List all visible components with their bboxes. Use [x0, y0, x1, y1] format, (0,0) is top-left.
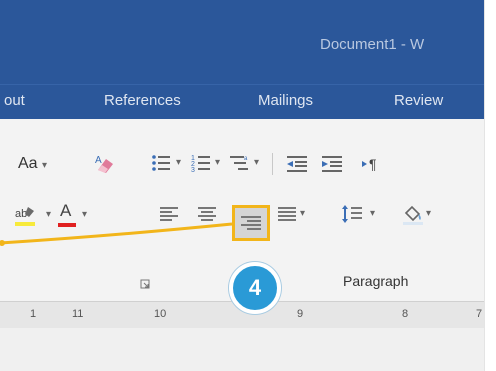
font-dialog-launcher-icon[interactable] — [140, 279, 150, 289]
align-left-button[interactable] — [158, 203, 180, 229]
shading-button[interactable] — [400, 201, 426, 231]
show-hide-marks-button[interactable]: ¶ — [360, 151, 384, 179]
ruler-tick: 8 — [402, 308, 409, 320]
ruler-tick: 7 — [476, 308, 483, 320]
document-title: Document1 - W — [320, 36, 425, 53]
ruler-tick: 10 — [154, 308, 167, 320]
align-right-icon — [241, 216, 261, 230]
change-case-button[interactable]: Aa ▾ — [18, 155, 47, 173]
multilevel-list-button[interactable]: a — [228, 151, 250, 179]
justify-dropdown-icon[interactable]: ▾ — [300, 208, 305, 219]
decrease-indent-icon — [287, 156, 307, 172]
line-spacing-icon — [342, 205, 362, 223]
font-color-letter: A — [60, 201, 72, 220]
paint-bucket-icon — [403, 205, 423, 225]
highlight-color-button[interactable]: ab — [14, 203, 36, 233]
bullets-button[interactable] — [150, 151, 172, 179]
shading-dropdown-icon[interactable]: ▾ — [426, 208, 431, 219]
paragraph-group-label: Paragraph — [343, 273, 409, 289]
tab-layout[interactable]: out — [4, 92, 25, 109]
tab-mailings[interactable]: Mailings — [258, 92, 313, 109]
font-color-button[interactable]: A — [58, 201, 76, 227]
word-window: Document1 - W out References Mailings Re… — [0, 0, 485, 371]
ribbon-row-top: Aa ▾ A ▾ 1 2 3 ▾ a ▾ ¶ — [0, 151, 484, 179]
clear-formatting-button[interactable]: A — [92, 151, 118, 181]
step-number-badge: 4 — [229, 262, 281, 314]
tab-review[interactable]: Review — [394, 92, 443, 109]
paragraph-mark-icon: ¶ — [362, 156, 377, 172]
justify-button[interactable] — [276, 203, 298, 229]
line-spacing-button[interactable] — [340, 202, 364, 230]
separator — [272, 153, 273, 175]
align-left-icon — [160, 207, 178, 221]
svg-text:¶: ¶ — [369, 156, 377, 172]
svg-text:3: 3 — [191, 167, 195, 174]
ruler-tick: 9 — [297, 308, 304, 320]
font-color-dropdown-icon[interactable]: ▾ — [82, 209, 87, 220]
decrease-indent-button[interactable] — [285, 151, 309, 179]
align-right-highlight[interactable] — [232, 205, 270, 241]
multilevel-list-icon: a — [230, 156, 248, 170]
numbering-dropdown-icon[interactable]: ▾ — [215, 157, 220, 168]
tab-references[interactable]: References — [104, 92, 181, 109]
multilevel-dropdown-icon[interactable]: ▾ — [254, 157, 259, 168]
eraser-icon: A — [95, 155, 113, 173]
font-color-swatch — [58, 223, 76, 227]
highlight-dropdown-icon[interactable]: ▾ — [46, 209, 51, 220]
bullets-dropdown-icon[interactable]: ▾ — [176, 157, 181, 168]
line-spacing-dropdown-icon[interactable]: ▾ — [370, 208, 375, 219]
align-center-button[interactable] — [196, 203, 218, 229]
title-bar: Document1 - W — [0, 0, 484, 84]
bullet-list-icon — [152, 155, 170, 171]
document-page-area[interactable] — [0, 328, 484, 371]
svg-text:a: a — [244, 156, 248, 162]
increase-indent-button[interactable] — [320, 151, 344, 179]
svg-text:A: A — [95, 155, 102, 166]
change-case-label: Aa — [18, 155, 38, 172]
ribbon-tabs: out References Mailings Review — [0, 84, 484, 120]
increase-indent-icon — [322, 156, 342, 172]
chevron-down-icon: ▾ — [42, 160, 48, 171]
ruler-tick: 1 — [30, 308, 37, 320]
ruler-tick: 11 — [72, 308, 84, 320]
numbered-list-icon: 1 2 3 — [191, 155, 210, 174]
numbering-button[interactable]: 1 2 3 — [190, 151, 212, 179]
align-center-icon — [198, 207, 216, 221]
highlighter-icon: ab — [15, 207, 35, 226]
justify-icon — [278, 207, 296, 221]
